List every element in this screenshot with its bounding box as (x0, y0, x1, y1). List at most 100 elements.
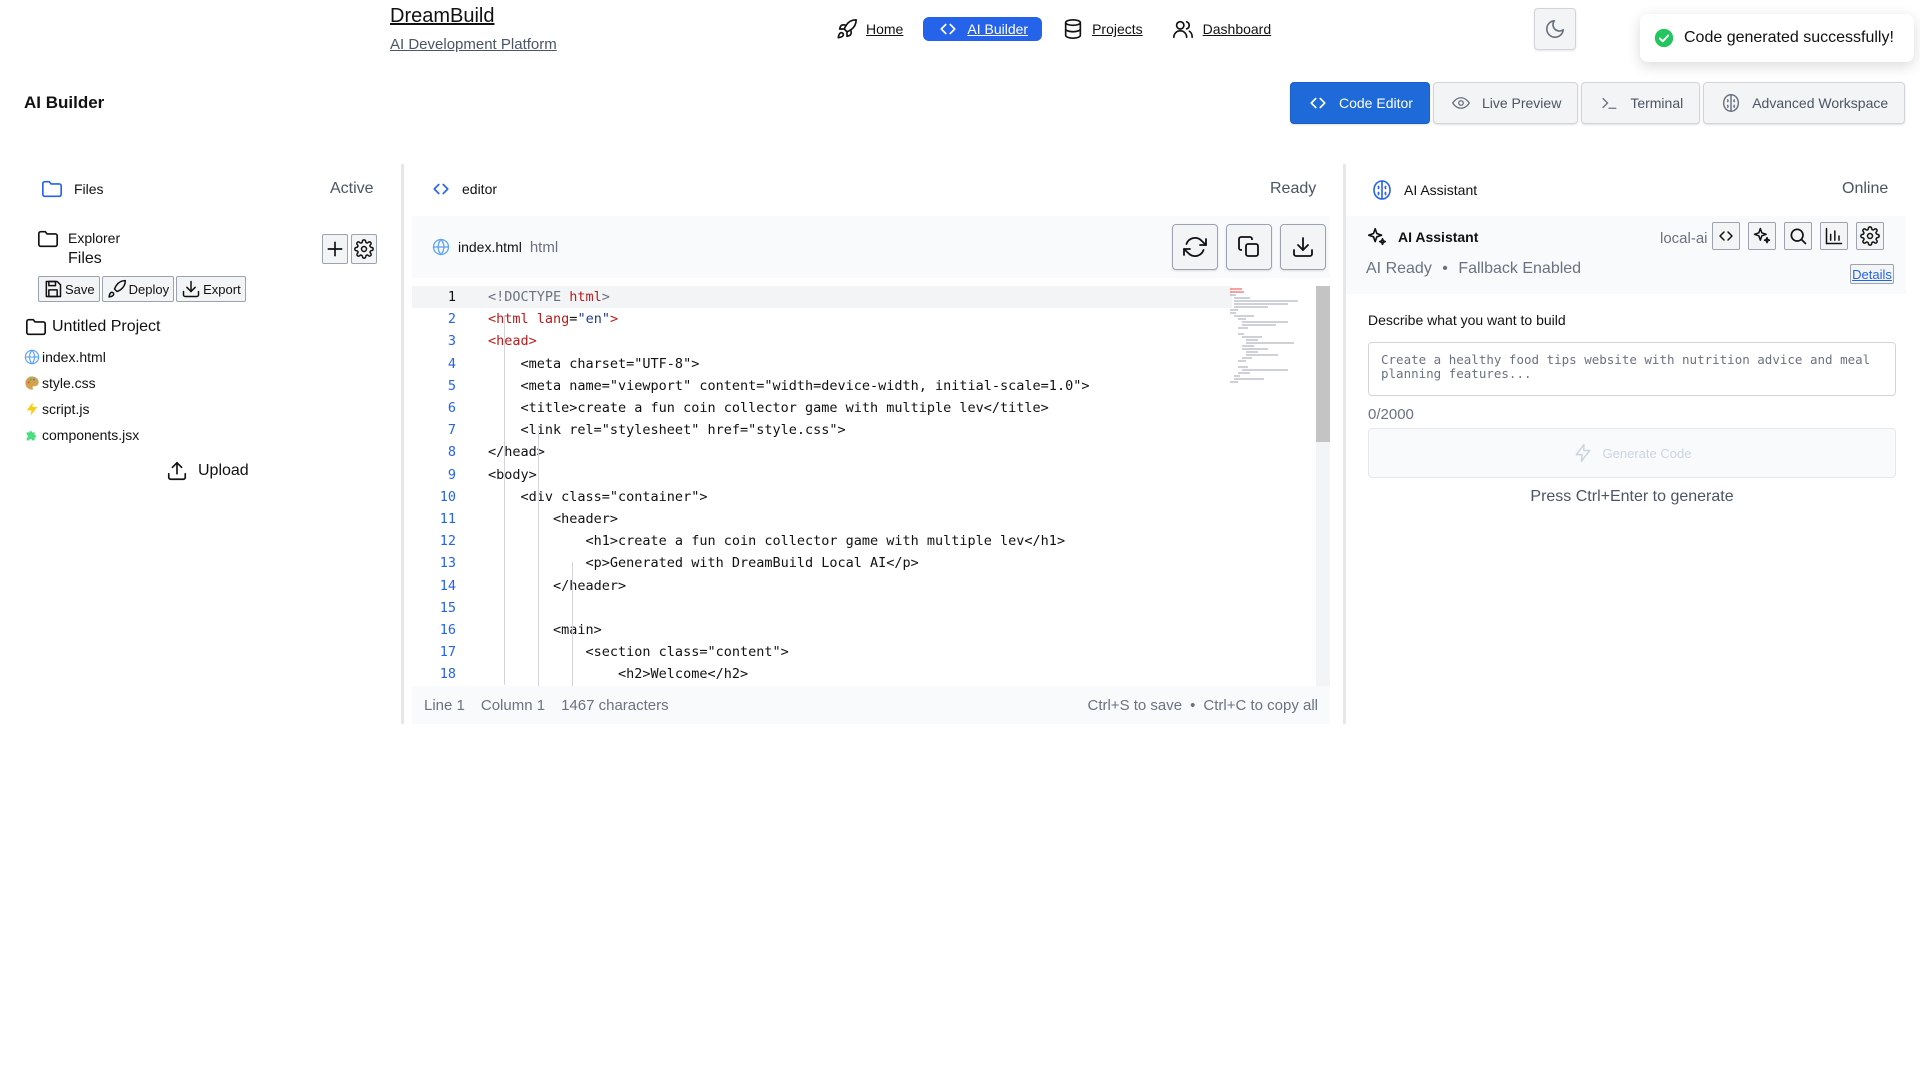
code-line[interactable]: 7 <link rel="stylesheet" href="style.css… (412, 419, 1322, 441)
line-number: 10 (439, 488, 456, 505)
code-line[interactable]: 10 <div class="container"> (412, 486, 1322, 508)
code-text: <meta charset="UTF-8"> (488, 355, 700, 372)
separator: • (1190, 696, 1196, 714)
brand: DreamBuild AI Development Platform (390, 4, 557, 53)
explorer-label: Explorer (68, 230, 121, 246)
file-settings-button[interactable] (351, 234, 377, 264)
indent-guide (538, 430, 539, 686)
nav-ai-builder[interactable]: AI Builder (923, 17, 1043, 41)
code-editor[interactable]: 1 <!DOCTYPE html> 2 <html lang="en"> 3 <head>… (412, 286, 1322, 686)
code-text: <h2>Welcome</h2> (488, 666, 749, 683)
ai-card-title-text: AI Assistant (1398, 229, 1479, 245)
tab-live-preview-label: Live Preview (1481, 95, 1562, 111)
nav-ai-builder-label: AI Builder (967, 21, 1029, 37)
files-panel-title: Files (74, 181, 104, 197)
code-line[interactable]: 2 <html lang="en"> (412, 308, 1322, 330)
refresh-icon (1183, 235, 1207, 259)
files-panel: Files Active Explorer Files Save Deploy (0, 164, 400, 724)
ai-settings-button[interactable] (1856, 222, 1884, 250)
code-line[interactable]: 12 <h1>create a fun coin collector game … (412, 530, 1322, 552)
generate-code-label: Generate Code (1602, 445, 1692, 461)
file-tree: Untitled Project index.html style.css sc… (24, 316, 161, 448)
code-line[interactable]: 3 <head> (412, 330, 1322, 352)
file-item-style-css[interactable]: style.css (24, 370, 161, 396)
moon-icon (1544, 18, 1566, 40)
code-minimap[interactable] (1228, 286, 1308, 386)
file-actions: Save Deploy Export (38, 276, 246, 302)
plus-icon (325, 239, 345, 259)
details-button[interactable]: Details (1850, 264, 1894, 284)
code-line[interactable]: 9 <body> (412, 464, 1322, 486)
nav-projects[interactable]: Projects (1054, 17, 1151, 41)
code-line[interactable]: 16 <main> (412, 619, 1322, 641)
refresh-button[interactable] (1172, 224, 1218, 270)
tab-terminal[interactable]: Terminal (1581, 82, 1701, 124)
code-line[interactable]: 8 </head> (412, 441, 1322, 463)
ai-status-line: AI Ready • Fallback Enabled (1366, 260, 1581, 278)
sparkles-icon (1366, 226, 1388, 248)
save-button[interactable]: Save (38, 276, 100, 302)
line-number: 13 (439, 555, 456, 572)
file-item-script-js[interactable]: script.js (24, 396, 161, 422)
ai-search-button[interactable] (1784, 222, 1812, 250)
line-number: 9 (447, 466, 456, 483)
separator: • (1442, 260, 1448, 277)
cursor-line: Line 1 (424, 696, 465, 714)
download-button[interactable] (1280, 224, 1326, 270)
code-line[interactable]: 18 <h2>Welcome</h2> (412, 663, 1322, 685)
palette-icon (24, 375, 40, 391)
ai-enhance-button[interactable] (1748, 222, 1776, 250)
generate-code-button[interactable]: Generate Code (1368, 428, 1896, 478)
code-line[interactable]: 15 (412, 597, 1322, 619)
tab-advanced-workspace[interactable]: Advanced Workspace (1703, 82, 1906, 124)
code-line[interactable]: 14 </header> (412, 574, 1322, 596)
folder-icon (40, 178, 64, 200)
code-line[interactable]: 6 <title>create a fun coin collector gam… (412, 397, 1322, 419)
eye-icon (1450, 94, 1472, 112)
tab-live-preview[interactable]: Live Preview (1432, 82, 1579, 124)
toast-message: Code generated successfully! (1684, 29, 1894, 46)
brand-subtitle[interactable]: AI Development Platform (390, 36, 557, 53)
line-number: 1 (447, 289, 456, 306)
add-file-button[interactable] (322, 234, 348, 264)
ai-toolbar (1712, 222, 1884, 250)
tab-code-editor[interactable]: Code Editor (1290, 82, 1430, 124)
deploy-button[interactable]: Deploy (101, 276, 175, 302)
file-item-components-jsx[interactable]: components.jsx (24, 422, 161, 448)
upload-button[interactable]: Upload (166, 460, 249, 482)
file-item-index-html[interactable]: index.html (24, 344, 161, 370)
ai-assistant-panel: AI Assistant Online AI Assistant local-a… (1346, 164, 1920, 724)
line-number: 5 (447, 377, 456, 394)
code-line[interactable]: 17 <section class="content"> (412, 641, 1322, 663)
code-line[interactable]: 4 <meta charset="UTF-8"> (412, 353, 1322, 375)
ai-code-button[interactable] (1712, 222, 1740, 250)
nav-dashboard[interactable]: Dashboard (1163, 17, 1280, 41)
code-line[interactable]: 1 <!DOCTYPE html> (412, 286, 1232, 309)
nav-home-label: Home (866, 21, 904, 37)
indent-guide (504, 315, 505, 685)
bar-chart-icon (1824, 226, 1844, 246)
code-text: <title>create a fun coin collector game … (488, 400, 1049, 417)
editor-scroll-thumb[interactable] (1316, 286, 1330, 442)
code-line[interactable]: 13 <p>Generated with DreamBuild Local AI… (412, 552, 1322, 574)
code-icon (1716, 228, 1736, 244)
ai-stats-button[interactable] (1820, 222, 1848, 250)
export-button[interactable]: Export (176, 276, 246, 302)
copy-button[interactable] (1226, 224, 1272, 270)
ai-fallback-status: Fallback Enabled (1458, 260, 1582, 277)
code-line[interactable]: 5 <meta name="viewport" content="width=d… (412, 375, 1322, 397)
prompt-textarea[interactable]: Create a healthy food tips website with … (1368, 342, 1896, 396)
ai-panel-status: Online (1842, 180, 1889, 197)
line-number: 6 (447, 400, 456, 417)
nav-home[interactable]: Home (828, 17, 911, 41)
line-number: 11 (439, 510, 456, 527)
file-name: index.html (42, 349, 106, 365)
project-folder[interactable]: Untitled Project (24, 316, 161, 338)
copy-icon (1237, 235, 1261, 259)
code-line[interactable]: 11 <header> (412, 508, 1322, 530)
tab-terminal-label: Terminal (1630, 95, 1684, 111)
brand-name[interactable]: DreamBuild (390, 4, 557, 28)
theme-toggle-button[interactable] (1534, 8, 1576, 50)
files-panel-header: Files (40, 178, 104, 200)
editor-toolbar (1172, 224, 1326, 270)
